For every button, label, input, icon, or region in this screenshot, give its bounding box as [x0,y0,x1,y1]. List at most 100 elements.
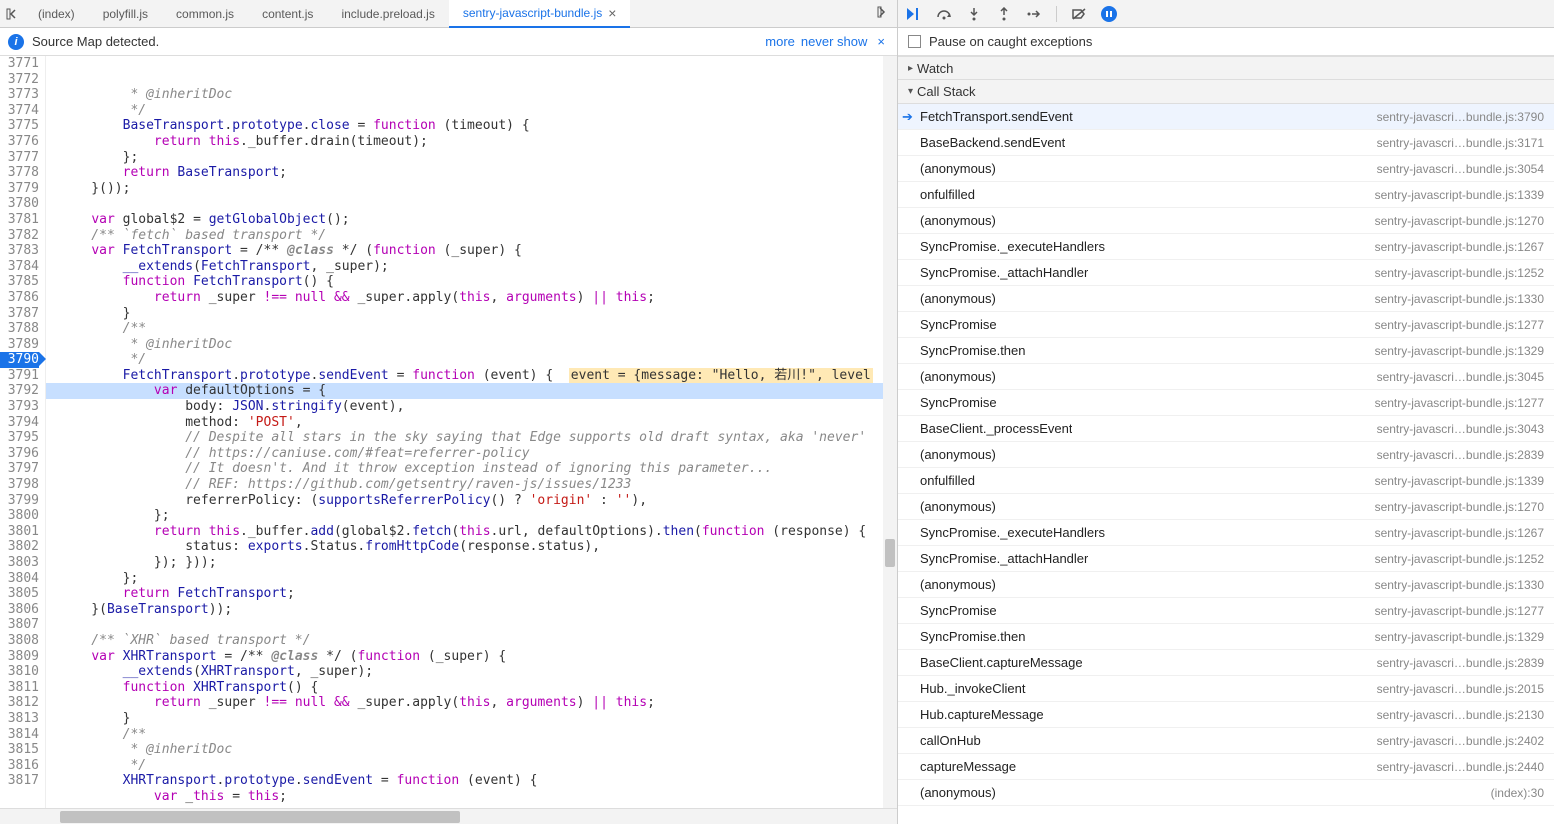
line-number[interactable]: 3813 [0,711,39,727]
code-line[interactable]: // It doesn't. And it throw exception in… [60,461,897,477]
line-number[interactable]: 3805 [0,586,39,602]
line-number[interactable]: 3810 [0,664,39,680]
line-number[interactable]: 3802 [0,539,39,555]
code-line[interactable]: var FetchTransport = /** @class */ (func… [60,243,897,259]
code-line[interactable]: __extends(FetchTransport, _super); [60,259,897,275]
stack-frame[interactable]: (anonymous)sentry-javascri…bundle.js:305… [898,156,1554,182]
stack-frame[interactable]: (anonymous)sentry-javascript-bundle.js:1… [898,494,1554,520]
stack-frame[interactable]: (anonymous)sentry-javascript-bundle.js:1… [898,286,1554,312]
code-line[interactable]: status: exports.Status.fromHttpCode(resp… [60,539,897,555]
code-line[interactable]: */ [60,758,897,774]
line-number[interactable]: 3774 [0,103,39,119]
stack-frame[interactable]: SyncPromisesentry-javascript-bundle.js:1… [898,312,1554,338]
line-number[interactable]: 3778 [0,165,39,181]
line-number[interactable]: 3793 [0,399,39,415]
line-number[interactable]: 3797 [0,461,39,477]
line-number[interactable]: 3808 [0,633,39,649]
code-line[interactable]: }; [60,508,897,524]
stack-frame[interactable]: (anonymous)(index):30 [898,780,1554,806]
callstack-section[interactable]: ▾ Call Stack [898,80,1554,104]
tab-content-js[interactable]: content.js [248,0,327,28]
code-line[interactable]: __extends(XHRTransport, _super); [60,664,897,680]
stack-frame[interactable]: SyncPromisesentry-javascript-bundle.js:1… [898,390,1554,416]
checkbox-icon[interactable] [908,35,921,48]
code-line[interactable]: /** `fetch` based transport */ [60,228,897,244]
code-line[interactable]: }); })); [60,555,897,571]
editor-vscrollbar[interactable] [883,56,897,808]
line-number[interactable]: 3795 [0,430,39,446]
watch-section[interactable]: ▸ Watch [898,56,1554,80]
code-line[interactable] [60,196,897,212]
tab-nav-prev[interactable] [0,2,24,26]
line-number[interactable]: 3800 [0,508,39,524]
line-number[interactable]: 3782 [0,228,39,244]
code-line[interactable]: body: JSON.stringify(event), [60,399,897,415]
code-line[interactable]: } [60,306,897,322]
code-line[interactable]: // Despite all stars in the sky saying t… [60,430,897,446]
code-line[interactable]: } [60,711,897,727]
line-number[interactable]: 3801 [0,524,39,540]
code-line[interactable]: return _super !== null && _super.apply(t… [60,290,897,306]
code-line[interactable]: FetchTransport.prototype.sendEvent = fun… [60,368,897,384]
stack-frame[interactable]: (anonymous)sentry-javascri…bundle.js:304… [898,364,1554,390]
close-icon[interactable]: × [608,5,616,21]
line-number[interactable]: 3816 [0,758,39,774]
stack-frame[interactable]: SyncPromisesentry-javascript-bundle.js:1… [898,598,1554,624]
stack-frame[interactable]: (anonymous)sentry-javascri…bundle.js:283… [898,442,1554,468]
line-number[interactable]: 3814 [0,727,39,743]
code-line[interactable]: return this._buffer.drain(timeout); [60,134,897,150]
line-number[interactable]: 3811 [0,680,39,696]
line-number[interactable]: 3798 [0,477,39,493]
line-number[interactable]: 3809 [0,649,39,665]
line-number[interactable]: 3791 [0,368,39,384]
stack-frame[interactable]: onfulfilledsentry-javascript-bundle.js:1… [898,468,1554,494]
line-number[interactable]: 3812 [0,695,39,711]
code-line[interactable]: /** [60,727,897,743]
line-number[interactable]: 3803 [0,555,39,571]
editor-hscrollbar[interactable] [0,808,897,824]
line-number[interactable]: 3787 [0,306,39,322]
stack-frame[interactable]: BaseBackend.sendEventsentry-javascri…bun… [898,130,1554,156]
step-into-icon[interactable] [966,6,982,22]
source-editor[interactable]: 3771377237733774377537763777377837793780… [0,56,897,808]
stack-frame[interactable]: SyncPromise._attachHandlersentry-javascr… [898,546,1554,572]
infobar-more-link[interactable]: more [765,34,795,49]
code-line[interactable]: var XHRTransport = /** @class */ (functi… [60,649,897,665]
line-number[interactable]: 3817 [0,773,39,789]
code-line[interactable]: /** `XHR` based transport */ [60,633,897,649]
line-number[interactable]: 3799 [0,493,39,509]
tab-polyfill-js[interactable]: polyfill.js [89,0,162,28]
line-number[interactable]: 3776 [0,134,39,150]
code-line[interactable]: return this._buffer.add(global$2.fetch(t… [60,524,897,540]
code-line[interactable]: }; [60,150,897,166]
line-number[interactable]: 3781 [0,212,39,228]
line-number[interactable]: 3788 [0,321,39,337]
stack-frame[interactable]: ➔FetchTransport.sendEventsentry-javascri… [898,104,1554,130]
code-line[interactable]: var _this = this; [60,789,897,805]
stack-frame[interactable]: BaseClient._processEventsentry-javascri…… [898,416,1554,442]
resume-icon[interactable] [906,6,922,22]
stack-frame[interactable]: onfulfilledsentry-javascript-bundle.js:1… [898,182,1554,208]
deactivate-breakpoints-icon[interactable] [1071,6,1087,22]
line-number[interactable]: 3783 [0,243,39,259]
stack-frame[interactable]: Hub.captureMessagesentry-javascri…bundle… [898,702,1554,728]
code-line[interactable]: * @inheritDoc [60,337,897,353]
step-icon[interactable] [1026,6,1042,22]
line-number[interactable]: 3775 [0,118,39,134]
step-out-icon[interactable] [996,6,1012,22]
code-line[interactable]: return _super !== null && _super.apply(t… [60,695,897,711]
tab-overflow[interactable] [869,6,897,21]
code-line[interactable]: * @inheritDoc [60,742,897,758]
code-line[interactable]: XHRTransport.prototype.sendEvent = funct… [60,773,897,789]
code-line[interactable]: function XHRTransport() { [60,680,897,696]
line-number[interactable]: 3789 [0,337,39,353]
line-number[interactable]: 3772 [0,72,39,88]
code-line[interactable]: return FetchTransport; [60,586,897,602]
line-number[interactable]: 3777 [0,150,39,166]
tab-common-js[interactable]: common.js [162,0,248,28]
close-icon[interactable]: × [873,34,889,49]
tab-sentry-javascript-bundle-js[interactable]: sentry-javascript-bundle.js× [449,0,631,28]
stack-frame[interactable]: SyncPromise._attachHandlersentry-javascr… [898,260,1554,286]
stack-frame[interactable]: SyncPromise.thensentry-javascript-bundle… [898,624,1554,650]
code-line[interactable]: /** [60,321,897,337]
